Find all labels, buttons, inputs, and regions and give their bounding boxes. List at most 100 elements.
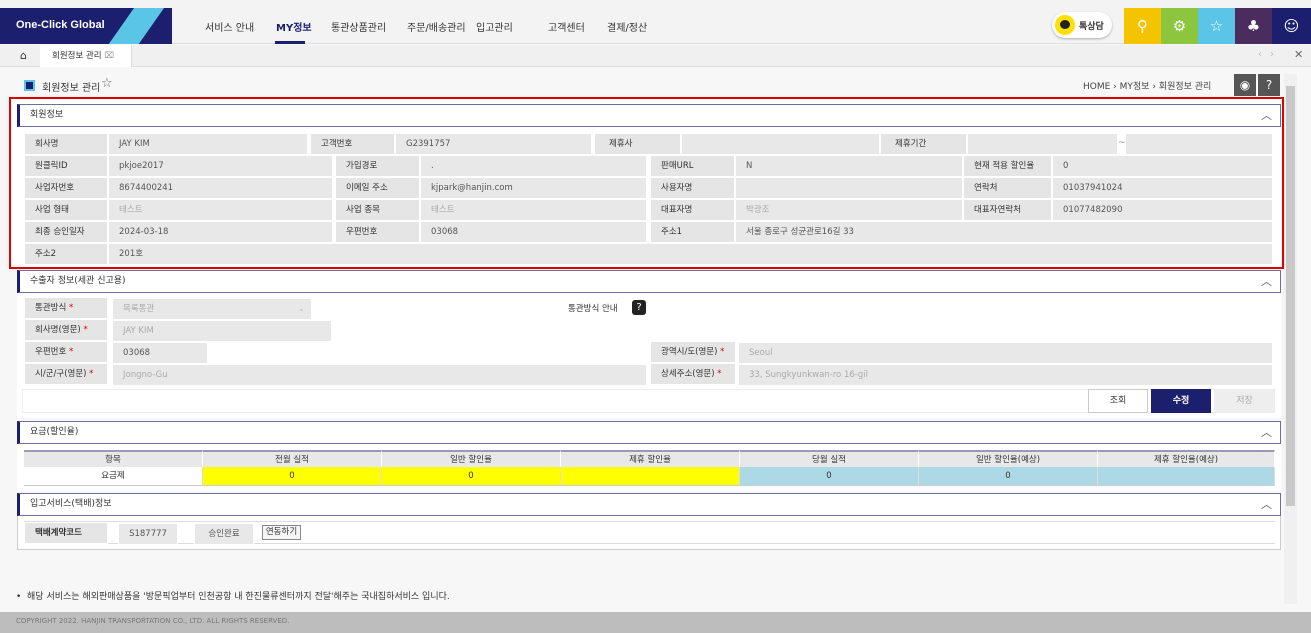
label-partner: 제휴사: [594, 133, 681, 155]
label-text: 회사명(영문): [35, 325, 81, 335]
label-text: 상세주소(영문): [661, 369, 715, 379]
nav-inbound[interactable]: 입고관리: [476, 19, 513, 34]
cell-general-discount: 0: [382, 467, 561, 486]
label-business-item: 사업 종목: [335, 199, 420, 221]
district-en-input[interactable]: Jongno-Gu: [112, 364, 647, 386]
col-general-discount-expected: 일반 할인율(예상): [919, 450, 1098, 467]
label-company-name-en: 회사명(영문) *: [24, 319, 108, 341]
kakao-chat-button[interactable]: 톡상담: [1052, 12, 1112, 38]
help-icon[interactable]: ?: [632, 300, 646, 315]
top-header: [0, 0, 1311, 44]
partner-value: [681, 133, 880, 155]
search-icon[interactable]: ⚲: [1124, 8, 1161, 44]
link-button[interactable]: 연동하기: [262, 525, 301, 540]
notice-text: • 해당 서비스는 해외판매상품을 '방문픽업부터 인천공항 내 한진물류센터까…: [16, 592, 450, 602]
scrollbar-thumb[interactable]: [1286, 86, 1295, 506]
contract-code-value: S187777: [118, 523, 178, 545]
label-district-en: 시/군/구(영문) *: [24, 363, 108, 385]
partner-period-start: [967, 133, 1118, 155]
zip-input[interactable]: 03068: [112, 342, 208, 364]
breadcrumb-my-info[interactable]: MY정보: [1120, 82, 1150, 92]
label-company-name: 회사명: [24, 133, 108, 155]
nav-service[interactable]: 서비스 안내: [205, 19, 254, 34]
inbound-header[interactable]: 입고서비스(택배)정보 ︿: [17, 493, 1281, 516]
city-en-input[interactable]: Seoul: [738, 342, 1273, 364]
user-name-value: [735, 177, 963, 199]
tab-bar: [0, 45, 1311, 67]
settings-icon[interactable]: ⚙: [1161, 8, 1198, 44]
email-value: kjpark@hanjin.com: [420, 177, 647, 199]
page-title-icon: [24, 80, 35, 91]
manual-icon[interactable]: ◉: [1234, 74, 1256, 96]
favorite-star-icon[interactable]: ☆: [101, 76, 113, 91]
business-type-value: 테스트: [108, 199, 333, 221]
bell-icon[interactable]: ♣: [1235, 8, 1272, 44]
kakao-icon: [1055, 15, 1075, 35]
nav-my-info[interactable]: MY정보: [276, 19, 312, 34]
breadcrumb-current: 회원정보 관리: [1158, 82, 1212, 92]
nav-customer-center[interactable]: 고객센터: [548, 19, 585, 34]
chevron-up-icon[interactable]: ︿: [1261, 494, 1272, 515]
nav-payment[interactable]: 결제/정산: [607, 19, 647, 34]
notice-body: 해당 서비스는 해외판매상품을 '방문픽업부터 인천공항 내 한진물류센터까지 …: [27, 592, 450, 602]
label-text: 우편번호: [35, 347, 67, 357]
cell-partner-discount-expected: [1098, 467, 1275, 486]
logo-text: One-Click Global: [16, 19, 105, 31]
breadcrumb-home[interactable]: HOME: [1083, 82, 1110, 92]
label-text: 통관방식: [35, 303, 67, 313]
exporter-header[interactable]: 수출자 정보(세관 신고용) ︿: [17, 270, 1281, 293]
chevron-up-icon[interactable]: ︿: [1261, 105, 1272, 126]
nav-active-indicator: [275, 41, 305, 44]
current-discount-value: 0: [1052, 155, 1273, 177]
chevron-up-icon[interactable]: ︿: [1261, 271, 1272, 292]
address1-value: 서울 종로구 성균관로16길 33: [735, 221, 1273, 243]
label-oneclick-id: 원클릭ID: [24, 155, 108, 177]
tab-member-info[interactable]: 회원정보 관리 ⌧: [40, 45, 132, 67]
company-name-en-input[interactable]: JAY KIM: [112, 320, 332, 342]
star-icon[interactable]: ☆: [1198, 8, 1235, 44]
ceo-contact-value: 01077482090: [1052, 199, 1273, 221]
label-customer-no: 고객번호: [310, 133, 395, 155]
nav-orders[interactable]: 주문/배송관리: [407, 19, 466, 34]
customs-method-select[interactable]: 목록통관 ⌄: [112, 298, 312, 320]
fee-table-row: 요금제 0 0 0 0: [24, 467, 1275, 486]
business-no-value: 8674400241: [108, 177, 333, 199]
close-tab-icon[interactable]: ⌧: [104, 51, 114, 61]
select-value: 목록통관: [123, 304, 155, 314]
edit-button[interactable]: 수정: [1151, 389, 1211, 413]
customs-guide-label: 통관방식 안내: [568, 304, 618, 314]
tab-scroll-arrows[interactable]: ‹›: [1258, 49, 1282, 60]
cell-partner-discount: [561, 467, 740, 486]
company-name-value: JAY KIM: [108, 133, 308, 155]
kakao-label: 톡상담: [1079, 22, 1104, 32]
user-icon[interactable]: ☺: [1272, 8, 1311, 44]
section-title: 수출자 정보(세관 신고용): [30, 276, 126, 286]
help-icon[interactable]: ?: [1258, 74, 1280, 96]
label-ceo-name: 대표자명: [650, 199, 735, 221]
label-contract-code: 택배계약코드: [24, 522, 108, 544]
home-icon[interactable]: ⌂: [20, 49, 27, 62]
label-business-type: 사업 형태: [24, 199, 108, 221]
nav-customs-products[interactable]: 통관상품관리: [331, 19, 386, 34]
search-button[interactable]: 조회: [1088, 389, 1148, 413]
label-partner-period: 제휴기간: [880, 133, 967, 155]
sales-url-value: N: [735, 155, 963, 177]
cell-current-performance: 0: [740, 467, 919, 486]
oneclick-id-value: pkjoe2017: [108, 155, 333, 177]
member-info-header[interactable]: 회원정보 ︿: [17, 104, 1281, 127]
join-path-value: .: [420, 155, 647, 177]
label-sales-url: 판매URL: [650, 155, 735, 177]
partner-period-end: [1125, 133, 1273, 155]
logo[interactable]: One-Click Global: [0, 8, 172, 44]
chevron-up-icon[interactable]: ︿: [1261, 422, 1272, 443]
scrollbar[interactable]: [1284, 74, 1297, 604]
section-title: 입고서비스(택배)정보: [30, 499, 112, 509]
label-ceo-contact: 대표자연락처: [963, 199, 1052, 221]
close-all-tabs-icon[interactable]: ✕: [1294, 48, 1303, 61]
detail-address-en-input[interactable]: 33, Sungkyunkwan-ro 16-gil: [738, 364, 1273, 386]
tab-label: 회원정보 관리: [52, 51, 102, 61]
fee-header[interactable]: 요금(할인율) ︿: [17, 421, 1281, 444]
label-text: 시/군/구(영문): [35, 369, 87, 379]
save-button[interactable]: 저장: [1214, 389, 1275, 413]
label-contact: 연락처: [963, 177, 1052, 199]
